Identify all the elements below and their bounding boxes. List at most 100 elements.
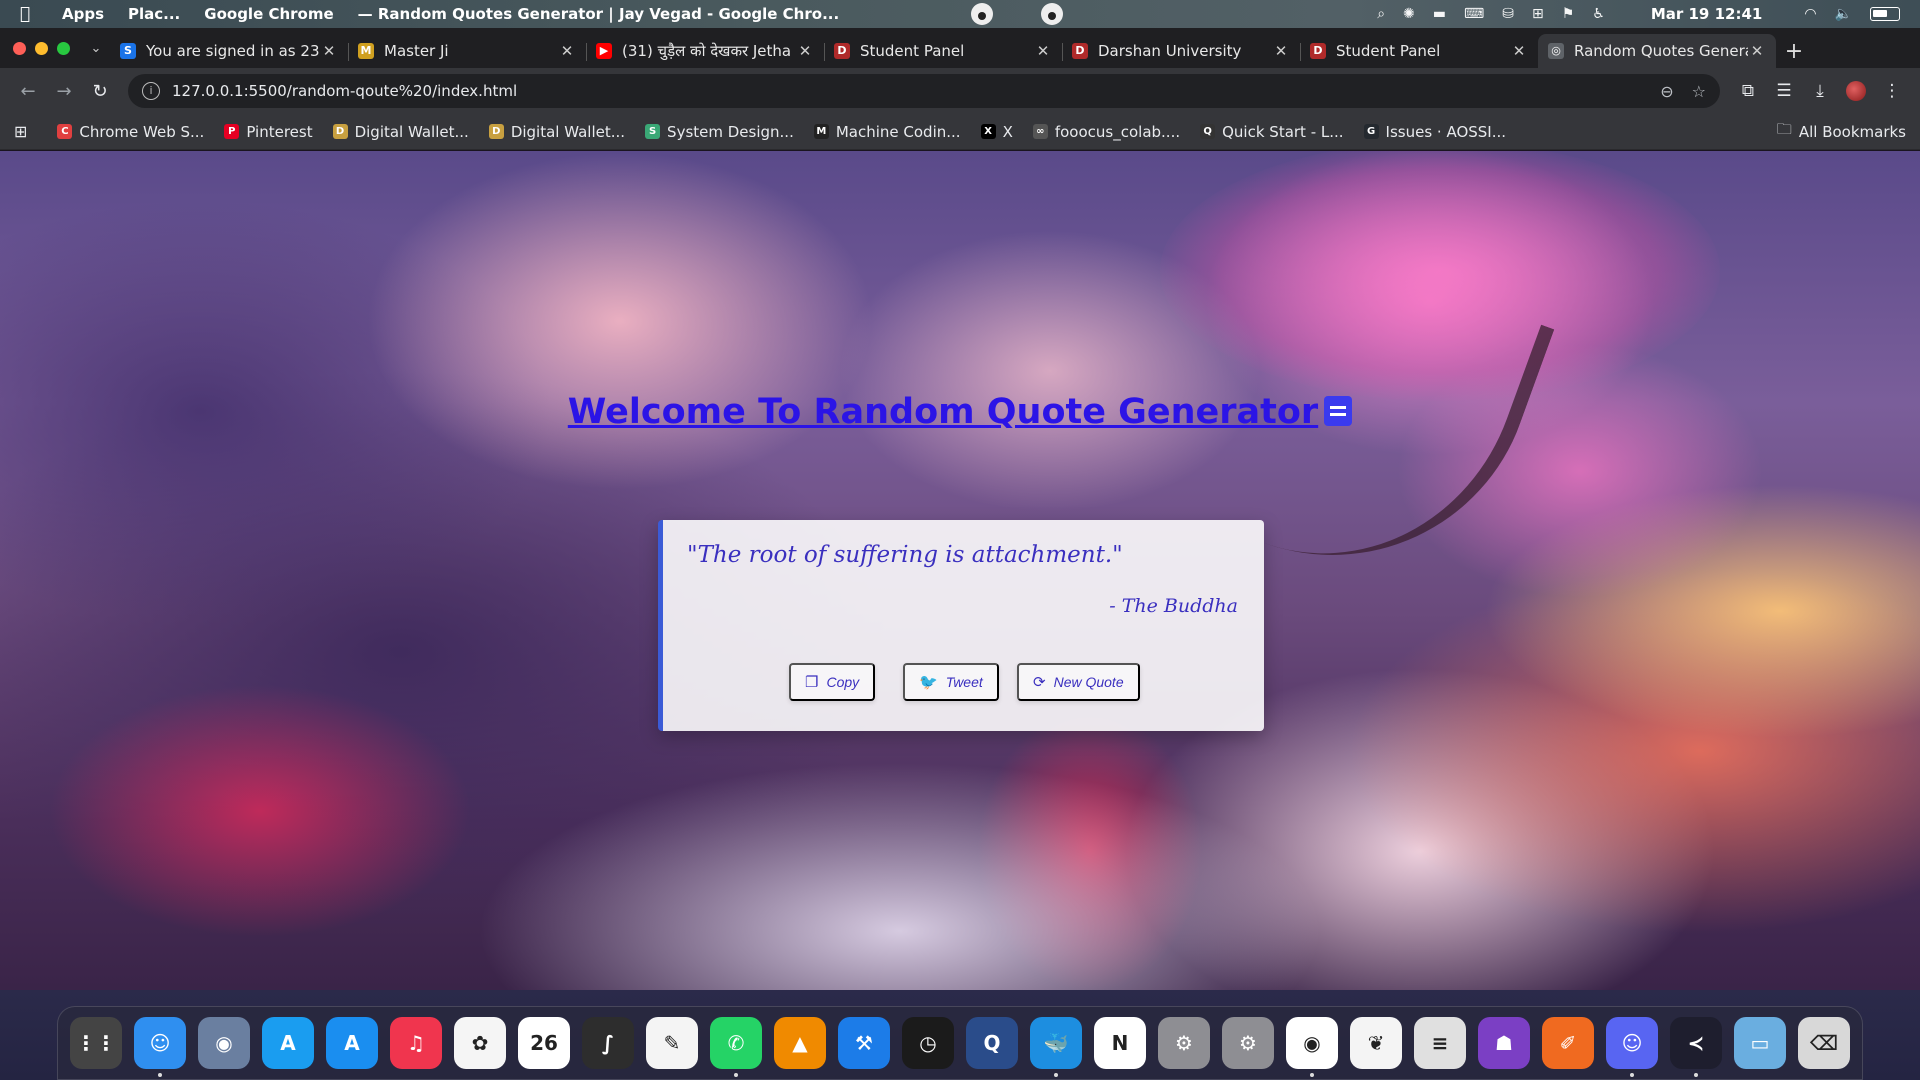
tab-search-chevron-icon[interactable]: ⌄ (82, 28, 110, 68)
close-tab-icon[interactable]: ✕ (1748, 42, 1766, 60)
docker-icon[interactable]: 🐳 (1030, 1017, 1082, 1077)
bookmark-item[interactable]: G Issues · AOSSI... (1363, 123, 1506, 141)
spotlight-search-icon[interactable]: ⌕ (1377, 6, 1385, 22)
trash-icon[interactable]: ⌫ (1798, 1017, 1850, 1069)
copy-icon: ❐ (805, 674, 819, 691)
address-bar-url[interactable]: 127.0.0.1:5500/random-qoute%20/index.htm… (172, 82, 1642, 100)
clock-icon[interactable]: ◷ (902, 1017, 954, 1069)
tab-favicon-icon: M (358, 43, 374, 59)
bookmark-favicon-icon: X (980, 124, 996, 139)
drive-icon[interactable]: ⛁ (1502, 6, 1514, 22)
battery-icon[interactable] (1870, 7, 1900, 21)
keyboard-icon[interactable]: ⌨ (1464, 6, 1484, 22)
bookmark-item[interactable]: P Pinterest (224, 123, 313, 141)
copy-button[interactable]: ❐ Copy (789, 663, 876, 701)
site-info-icon[interactable]: i (142, 82, 160, 100)
downloads-folder-icon[interactable]: ▭ (1734, 1017, 1786, 1069)
launchpad-icon[interactable]: ⋮⋮ (70, 1017, 122, 1069)
close-tab-icon[interactable]: ✕ (558, 42, 576, 60)
browser-tab[interactable]: D Darshan University ✕ (1062, 34, 1300, 68)
apps-grid-icon[interactable]: ⊞ (14, 122, 27, 141)
menu-item-places[interactable]: Plac... (116, 5, 192, 23)
new-tab-button[interactable]: + (1776, 34, 1812, 68)
zoom-icon[interactable]: ⊖ (1660, 82, 1673, 101)
mongodb-compass-icon[interactable]: ❦ (1350, 1017, 1402, 1069)
forward-button[interactable]: → (46, 73, 82, 109)
browser-tab[interactable]: S You are signed in as 230 ✕ (110, 34, 348, 68)
vscode-icon[interactable]: ≺ (1670, 1017, 1722, 1077)
apple-menu-icon[interactable]:  (0, 4, 50, 24)
quicktime-icon[interactable]: Q (966, 1017, 1018, 1069)
vlc-icon[interactable]: ▲ (774, 1017, 826, 1069)
browser-tab[interactable]: D Student Panel ✕ (824, 34, 1062, 68)
bookmark-item[interactable]: XX (980, 123, 1013, 141)
chrome-menu-icon[interactable]: ⋮ (1874, 73, 1910, 109)
fullscreen-window-button[interactable] (57, 41, 70, 55)
page-title: Welcome To Random Quote Generator (0, 392, 1920, 432)
volume-icon[interactable]: 🔈 (1835, 6, 1852, 22)
extensions-icon[interactable]: ⧉ (1730, 73, 1766, 109)
browser-tab[interactable]: ▶ (31) चुड़ैल को देखकर Jetha ✕ (586, 34, 824, 68)
app-store-updates-icon[interactable]: A (262, 1017, 314, 1069)
photos-icon[interactable]: ✿ (454, 1017, 506, 1069)
network-icon[interactable]: ⊞ (1532, 6, 1544, 22)
menu-item-apps[interactable]: Apps (50, 5, 116, 23)
xcode-icon[interactable]: ⚒ (838, 1017, 890, 1069)
finder-icon[interactable]: ☺ (134, 1017, 186, 1077)
system-preferences-icon[interactable]: ⚙ (1158, 1017, 1210, 1069)
bookmark-favicon-icon: D (332, 124, 348, 139)
reading-list-icon[interactable]: ☰ (1766, 73, 1802, 109)
system-settings-icon[interactable]: ⚙ (1222, 1017, 1274, 1069)
music-icon[interactable]: ♫ (390, 1017, 442, 1069)
menu-clock[interactable]: Mar 19 12:41 (1651, 5, 1763, 23)
bookmark-star-icon[interactable]: ☆ (1692, 82, 1706, 101)
bookmark-item[interactable]: D Digital Wallet... (488, 123, 625, 141)
discord-icon[interactable]: ☺ (1606, 1017, 1658, 1077)
chrome-icon[interactable]: ◉ (1286, 1017, 1338, 1077)
all-bookmarks-button[interactable]: 🗀 All Bookmarks (1777, 119, 1906, 144)
browser-tab[interactable]: ◎ Random Quotes Genera ✕ (1538, 34, 1776, 68)
bookmark-item[interactable]: D Digital Wallet... (332, 123, 469, 141)
close-tab-icon[interactable]: ✕ (796, 42, 814, 60)
minimize-window-button[interactable] (35, 41, 48, 55)
bookmark-item[interactable]: C Chrome Web S... (57, 123, 204, 141)
back-button[interactable]: ← (10, 73, 46, 109)
profile-avatar[interactable] (1838, 73, 1874, 109)
bookmark-item[interactable]: M Machine Codin... (813, 123, 961, 141)
script-editor-icon[interactable]: ∫ (582, 1017, 634, 1069)
tweet-button[interactable]: 🐦 Tweet (903, 663, 999, 701)
whatsapp-icon[interactable]: ✆ (710, 1017, 762, 1077)
close-tab-icon[interactable]: ✕ (1034, 42, 1052, 60)
textedit-icon[interactable]: ✎ (646, 1017, 698, 1069)
accessibility-icon[interactable]: ♿ (1592, 6, 1605, 22)
browser-tab[interactable]: D Student Panel ✕ (1300, 34, 1538, 68)
brightness-icon[interactable]: ✺ (1403, 6, 1415, 22)
calendar-icon[interactable]: 26 (518, 1017, 570, 1069)
menu-item-google-chrome[interactable]: Google Chrome (192, 5, 345, 23)
contacts-icon[interactable]: ◉ (198, 1017, 250, 1069)
flag-icon[interactable]: ⚑ (1562, 6, 1575, 22)
address-bar[interactable]: i 127.0.0.1:5500/random-qoute%20/index.h… (128, 74, 1720, 108)
browser-tab[interactable]: M Master Ji ✕ (348, 34, 586, 68)
database-icon[interactable]: ≡ (1414, 1017, 1466, 1069)
tab-favicon-icon: S (120, 43, 136, 59)
notion-icon[interactable]: N (1094, 1017, 1146, 1069)
pencil-app-icon[interactable]: ✐ (1542, 1017, 1594, 1069)
close-window-button[interactable] (13, 41, 26, 55)
reload-button[interactable]: ↻ (82, 73, 118, 109)
close-tab-icon[interactable]: ✕ (1272, 42, 1290, 60)
github-desktop-icon[interactable]: ☗ (1478, 1017, 1530, 1069)
new-quote-button[interactable]: ⟳ New Quote (1017, 663, 1140, 701)
wifi-icon[interactable]: ◠ (1804, 6, 1816, 22)
bookmark-item[interactable]: ∞ fooocus_colab.... (1032, 123, 1180, 141)
twitter-icon: 🐦 (919, 674, 938, 691)
close-tab-icon[interactable]: ✕ (320, 42, 338, 60)
macos-dock: ⋮⋮ ☺ ◉ A A ♫ ✿ 26 ∫ ✎ ✆ ▲ ⚒ ◷ Q 🐳 N ⚙ ⚙ ◉ ❦ ≡ ☗ ✐ ☺ ≺ ▭ ⌫ (57, 1006, 1863, 1080)
app-store-icon[interactable]: A (326, 1017, 378, 1069)
headline-link[interactable]: Welcome To Random Quote Generator (568, 392, 1318, 432)
display-icon[interactable]: ▬ (1433, 6, 1446, 22)
bookmark-item[interactable]: Q Quick Start - L... (1200, 123, 1344, 141)
close-tab-icon[interactable]: ✕ (1510, 42, 1528, 60)
download-icon[interactable]: ⤓ (1802, 73, 1838, 109)
bookmark-item[interactable]: S System Design... (645, 123, 794, 141)
